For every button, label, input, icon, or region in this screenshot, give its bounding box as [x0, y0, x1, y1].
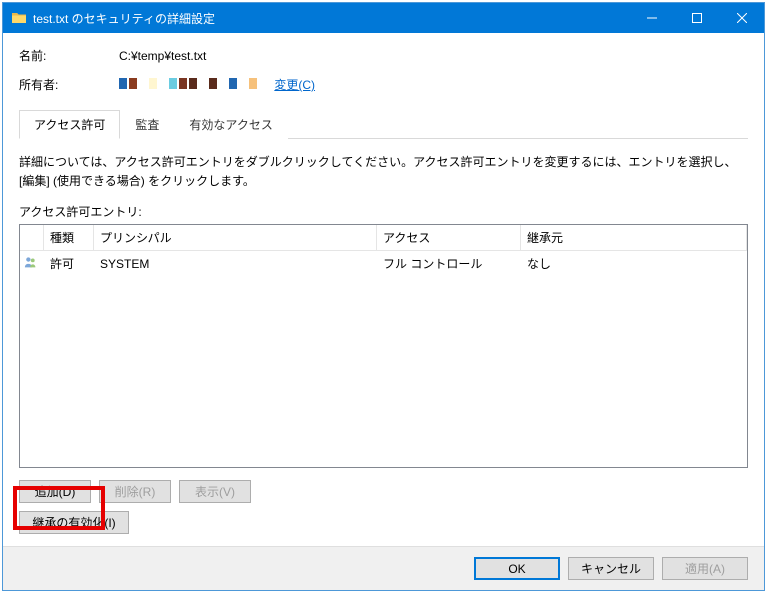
titlebar: test.txt のセキュリティの詳細設定	[3, 3, 764, 33]
folder-icon	[11, 10, 27, 26]
ok-button[interactable]: OK	[474, 557, 560, 580]
minimize-button[interactable]	[629, 3, 674, 33]
users-icon	[24, 258, 38, 272]
owner-value: 変更(C)	[119, 76, 315, 93]
owner-label: 所有者:	[19, 76, 119, 93]
dialog-window: test.txt のセキュリティの詳細設定 名前: C:¥temp¥test.t…	[2, 2, 765, 591]
remove-button: 削除(R)	[99, 480, 171, 503]
window-title: test.txt のセキュリティの詳細設定	[33, 10, 629, 27]
add-button[interactable]: 追加(D)	[19, 480, 91, 503]
dialog-buttons: OK キャンセル 適用(A)	[3, 546, 764, 590]
tab-audit[interactable]: 監査	[120, 110, 174, 139]
cancel-button[interactable]: キャンセル	[568, 557, 654, 580]
tab-bar: アクセス許可 監査 有効なアクセス	[19, 109, 748, 139]
close-button[interactable]	[719, 3, 764, 33]
view-button: 表示(V)	[179, 480, 251, 503]
tab-permission[interactable]: アクセス許可	[19, 110, 120, 139]
apply-button: 適用(A)	[662, 557, 748, 580]
description-text: 詳細については、アクセス許可エントリをダブルクリックしてください。アクセス許可エ…	[19, 153, 748, 191]
list-header: 種類 プリンシパル アクセス 継承元	[20, 225, 747, 251]
maximize-button[interactable]	[674, 3, 719, 33]
tab-effective-access[interactable]: 有効なアクセス	[174, 110, 287, 139]
content-area: 名前: C:¥temp¥test.txt 所有者: 変更(C) アクセス許可 監…	[3, 33, 764, 546]
table-row[interactable]: 許可SYSTEMフル コントロールなし	[20, 251, 747, 276]
name-value: C:¥temp¥test.txt	[119, 49, 206, 63]
enable-inheritance-button[interactable]: 継承の有効化(I)	[19, 511, 129, 534]
col-type[interactable]: 種類	[44, 225, 94, 250]
col-inherit[interactable]: 継承元	[521, 225, 747, 250]
change-owner-link[interactable]: 変更(C)	[274, 78, 315, 92]
owner-color-badge	[119, 78, 257, 89]
col-access[interactable]: アクセス	[377, 225, 521, 250]
permission-entries-list[interactable]: 種類 プリンシパル アクセス 継承元 許可SYSTEMフル コントロールなし	[19, 224, 748, 468]
col-principal[interactable]: プリンシパル	[94, 225, 377, 250]
entries-label: アクセス許可エントリ:	[19, 203, 748, 220]
name-label: 名前:	[19, 47, 119, 64]
